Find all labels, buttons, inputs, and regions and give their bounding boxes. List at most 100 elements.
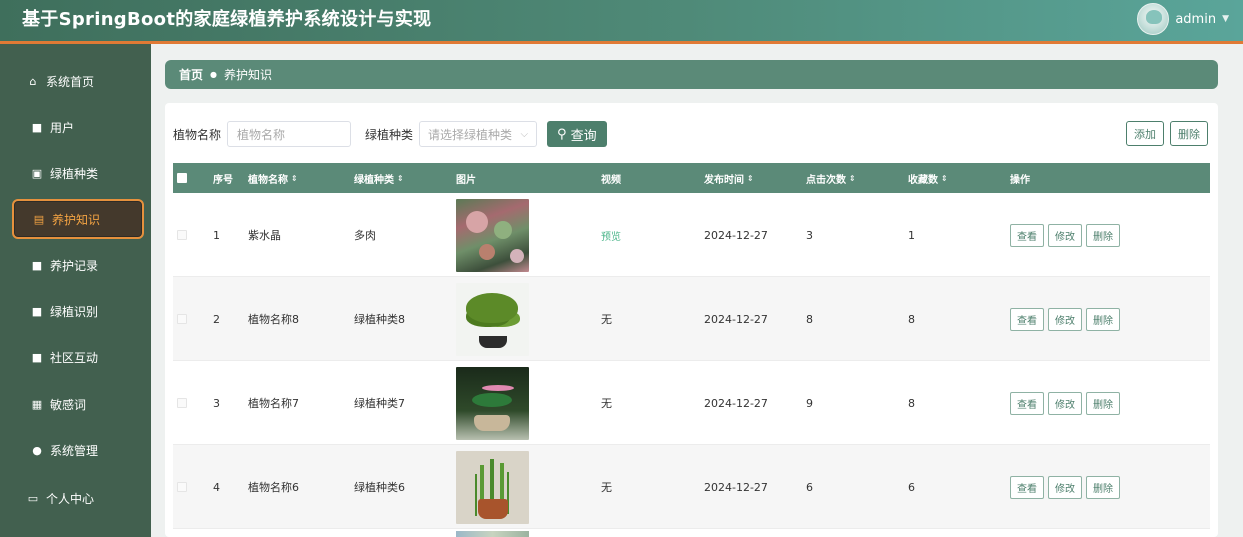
sidebar-item-label: 养护知识 xyxy=(52,212,101,227)
row-plant-type: 绿植种类7 xyxy=(354,397,405,410)
plant-thumbnail[interactable] xyxy=(456,198,529,272)
main-panel: 植物名称 植物名称 绿植种类 请选择绿植种类 ⌵ ⚲ 查询 添加 删除 序号 植… xyxy=(165,103,1218,537)
plant-type-label: 绿植种类 xyxy=(365,127,414,142)
edit-button[interactable]: 修改 xyxy=(1048,307,1082,331)
header-clicks[interactable]: 点击次数 ⇕ xyxy=(806,163,856,193)
sidebar-item-plant-recognition[interactable]: ■ 绿植识别 xyxy=(12,291,144,331)
edit-button[interactable]: 修改 xyxy=(1048,223,1082,247)
row-clicks: 3 xyxy=(806,228,813,242)
sidebar-item-users[interactable]: ■ 用户 xyxy=(12,107,144,147)
header-index: 序号 xyxy=(213,174,233,186)
plant-name-input[interactable]: 植物名称 xyxy=(227,121,352,147)
row-delete-button[interactable]: 删除 xyxy=(1086,307,1120,331)
row-video[interactable]: 预览 xyxy=(601,193,621,277)
plant-name-label: 植物名称 xyxy=(173,127,222,142)
row-delete-button[interactable]: 删除 xyxy=(1086,223,1120,247)
row-date: 2024-12-27 xyxy=(704,396,768,410)
row-plant-type: 绿植种类6 xyxy=(354,481,405,494)
view-button[interactable]: 查看 xyxy=(1010,391,1044,415)
header-plant-type[interactable]: 绿植种类 ⇕ xyxy=(354,163,404,193)
sidebar-item-system-management[interactable]: ● 系统管理 xyxy=(12,430,144,470)
row-checkbox[interactable] xyxy=(177,277,187,361)
row-checkbox[interactable] xyxy=(177,193,187,277)
sort-icon[interactable]: ⇕ xyxy=(291,174,298,183)
caret-down-icon[interactable]: ▼ xyxy=(1222,14,1229,24)
sidebar-item-care-knowledge[interactable]: ▤ 养护知识 xyxy=(12,199,144,239)
sidebar-item-home[interactable]: ⌂ 系统首页 xyxy=(10,61,142,101)
grid-icon: ■ xyxy=(31,304,43,318)
row-image[interactable] xyxy=(456,361,529,445)
sidebar-item-label: 系统首页 xyxy=(46,74,95,89)
row-ops: 查看 修改 删除 xyxy=(1010,277,1120,361)
user-menu[interactable]: admin ▼ xyxy=(1137,2,1229,36)
plant-thumbnail[interactable] xyxy=(456,450,529,524)
row-delete-button[interactable]: 删除 xyxy=(1086,391,1120,415)
sidebar-item-label: 养护记录 xyxy=(50,258,99,273)
search-icon: ⚲ xyxy=(557,126,567,142)
sidebar-item-label: 个人中心 xyxy=(46,491,95,506)
row-clicks: 9 xyxy=(806,396,813,410)
select-all-checkbox[interactable] xyxy=(177,163,187,193)
sidebar-item-personal-center[interactable]: ▭ 个人中心 xyxy=(10,478,142,518)
home-icon: ⌂ xyxy=(29,74,37,88)
sidebar-item-sensitive-words[interactable]: ▦ 敏感词 xyxy=(12,384,144,424)
view-button[interactable]: 查看 xyxy=(1010,475,1044,499)
breadcrumb-current: 养护知识 xyxy=(224,68,273,82)
edit-button[interactable]: 修改 xyxy=(1048,391,1082,415)
row-date: 2024-12-27 xyxy=(704,312,768,326)
view-button[interactable]: 查看 xyxy=(1010,223,1044,247)
delete-button[interactable]: 删除 xyxy=(1170,121,1208,146)
breadcrumb: 首页 ● 养护知识 xyxy=(165,60,1218,89)
breadcrumb-home[interactable]: 首页 xyxy=(179,66,203,83)
sort-icon[interactable]: ⇕ xyxy=(747,174,754,183)
header-date[interactable]: 发布时间 ⇕ xyxy=(704,163,754,193)
table-row: 3 植物名称7 绿植种类7 无 2024-12-27 9 8 查看 修改 删除 xyxy=(173,361,1210,445)
row-plant-type: 多肉 xyxy=(354,229,376,242)
sidebar-item-plant-types[interactable]: ▣ 绿植种类 xyxy=(12,153,144,193)
breadcrumb-separator-icon: ● xyxy=(210,70,217,79)
row-image[interactable] xyxy=(456,445,529,529)
row-checkbox[interactable] xyxy=(177,361,187,445)
query-button[interactable]: ⚲ 查询 xyxy=(547,121,607,147)
row-plant-name: 紫水晶 xyxy=(248,229,281,242)
sidebar-item-community[interactable]: ■ 社区互动 xyxy=(12,337,144,377)
row-plant-name: 植物名称7 xyxy=(248,397,299,410)
toolbar-actions: 添加 删除 xyxy=(1126,121,1208,146)
header-plant-name[interactable]: 植物名称 ⇕ xyxy=(248,163,298,193)
sidebar: ⌂ 系统首页 ■ 用户 ▣ 绿植种类 ▤ 养护知识 ■ 养护记录 ■ 绿植识别 … xyxy=(0,44,151,537)
row-checkbox[interactable] xyxy=(177,445,187,529)
row-favorites: 8 xyxy=(908,396,915,410)
plant-thumbnail[interactable] xyxy=(456,282,529,356)
sort-icon[interactable]: ⇕ xyxy=(849,174,856,183)
sort-icon[interactable]: ⇕ xyxy=(941,174,948,183)
plant-type-select[interactable]: 请选择绿植种类 ⌵ xyxy=(419,121,538,147)
row-image[interactable] xyxy=(456,277,529,361)
user-icon: ● xyxy=(32,443,42,457)
row-ops: 查看 修改 删除 xyxy=(1010,445,1120,529)
row-clicks: 8 xyxy=(806,312,813,326)
row-index: 1 xyxy=(213,228,220,242)
table-icon: ▦ xyxy=(31,397,43,411)
header-image: 图片 xyxy=(456,174,476,186)
row-date: 2024-12-27 xyxy=(704,228,768,242)
row-index: 2 xyxy=(213,312,220,326)
edit-button[interactable]: 修改 xyxy=(1048,475,1082,499)
app-title: 基于SpringBoot的家庭绿植养护系统设计与实现 xyxy=(22,9,432,30)
username[interactable]: admin xyxy=(1175,12,1216,27)
avatar[interactable] xyxy=(1137,3,1170,35)
table-row: 2 植物名称8 绿植种类8 无 2024-12-27 8 8 查看 修改 删除 xyxy=(173,277,1210,361)
header-favorites[interactable]: 收藏数 ⇕ xyxy=(908,163,948,193)
row-favorites: 8 xyxy=(908,312,915,326)
row-video: 无 xyxy=(601,481,612,494)
row-delete-button[interactable]: 删除 xyxy=(1086,475,1120,499)
view-button[interactable]: 查看 xyxy=(1010,307,1044,331)
video-preview-link[interactable]: 预览 xyxy=(601,228,621,243)
sidebar-item-label: 系统管理 xyxy=(50,443,99,458)
table-row: 4 植物名称6 绿植种类6 无 2024-12-27 6 6 查看 修改 删除 xyxy=(173,445,1210,529)
plant-thumbnail[interactable] xyxy=(456,366,529,440)
sidebar-item-care-records[interactable]: ■ 养护记录 xyxy=(12,245,144,285)
row-video: 无 xyxy=(601,313,612,326)
sort-icon[interactable]: ⇕ xyxy=(397,174,404,183)
row-image[interactable] xyxy=(456,193,529,277)
add-button[interactable]: 添加 xyxy=(1126,121,1164,146)
